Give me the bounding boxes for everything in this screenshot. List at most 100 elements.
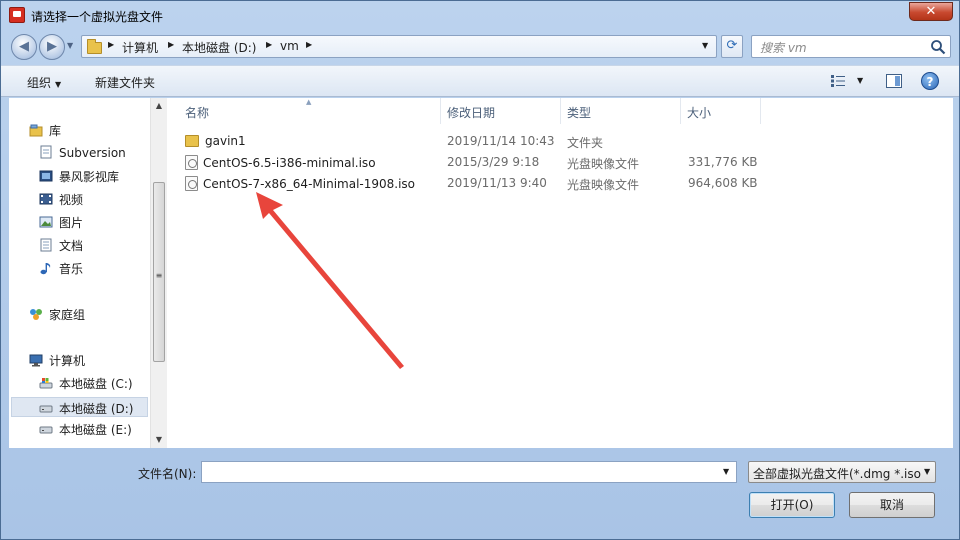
breadcrumb-drive-d[interactable]: 本地磁盘 (D:)	[182, 39, 256, 56]
organize-label: 组织	[27, 76, 52, 90]
scroll-down-icon[interactable]: ▼	[151, 432, 167, 448]
file-name-cell[interactable]: CentOS-7-x86_64-Minimal-1908.iso	[185, 176, 415, 191]
file-date: 2019/11/14 10:43	[447, 134, 555, 148]
view-options-icon[interactable]	[831, 75, 845, 87]
sidebar-item-computer[interactable]: 计算机	[29, 352, 85, 372]
sidebar-scrollbar[interactable]: ▲ ≡ ▼	[150, 98, 167, 448]
column-divider[interactable]	[440, 98, 441, 124]
filename-dropdown-icon[interactable]: ▼	[723, 467, 729, 476]
browser-area: 库 Subversion 暴风影视库 视频 图片 文档 音乐 家庭组 计算机 本…	[9, 98, 953, 448]
file-row[interactable]: CentOS-6.5-i386-minimal.iso 2015/3/29 9:…	[185, 152, 945, 172]
refresh-button[interactable]: ⟳	[721, 35, 743, 58]
open-button[interactable]: 打开(O)	[749, 492, 835, 518]
close-button[interactable]: ✕	[909, 2, 953, 21]
organize-button[interactable]: 组织 ▼	[27, 74, 61, 91]
column-divider[interactable]	[760, 98, 761, 124]
file-date: 2019/11/13 9:40	[447, 176, 547, 190]
sidebar-item-drive-d[interactable]: 本地磁盘 (D:)	[11, 397, 148, 417]
search-icon[interactable]	[930, 39, 946, 55]
breadcrumb-vm[interactable]: vm	[280, 39, 299, 53]
sidebar-item-documents[interactable]: 文档	[39, 237, 83, 257]
sidebar-item-label: 本地磁盘 (E:)	[59, 423, 132, 437]
document-icon	[40, 238, 52, 252]
file-open-dialog: 请选择一个虚拟光盘文件 ✕ ◀ ▶ ▼ ▶ 计算机 ▶ 本地磁盘 (D:) ▶ …	[0, 0, 960, 540]
homegroup-icon	[30, 309, 42, 320]
navigation-pane: 库 Subversion 暴风影视库 视频 图片 文档 音乐 家庭组 计算机 本…	[9, 98, 167, 448]
sidebar-item-label: 暴风影视库	[59, 170, 120, 184]
filename-input[interactable]	[201, 461, 737, 483]
recent-pages-dropdown[interactable]: ▼	[67, 41, 73, 50]
column-header-size[interactable]: 大小	[687, 104, 711, 121]
picture-icon	[39, 216, 53, 228]
column-divider[interactable]	[560, 98, 561, 124]
sidebar-item-label: 图片	[59, 216, 84, 230]
column-header-name[interactable]: 名称	[185, 104, 209, 121]
sidebar-item-baofeng[interactable]: 暴风影视库	[39, 168, 119, 188]
disc-image-icon	[185, 155, 198, 170]
breadcrumb-separator-icon[interactable]: ▶	[306, 40, 312, 49]
help-icon[interactable]: ?	[921, 72, 939, 90]
search-placeholder: 搜索 vm	[760, 41, 807, 55]
sidebar-item-label: 文档	[59, 239, 84, 253]
sidebar-item-music[interactable]: 音乐	[39, 260, 83, 280]
preview-pane-icon[interactable]	[886, 74, 902, 88]
folder-icon	[185, 135, 199, 147]
file-size: 331,776 KB	[688, 155, 758, 169]
sidebar-item-video[interactable]: 视频	[39, 191, 83, 211]
title-bar[interactable]: 请选择一个虚拟光盘文件 ✕	[1, 1, 959, 31]
sidebar-item-homegroup[interactable]: 家庭组	[29, 306, 85, 326]
back-button[interactable]: ◀	[11, 34, 37, 60]
breadcrumb-computer[interactable]: 计算机	[122, 39, 158, 56]
sidebar-item-label: 家庭组	[49, 308, 86, 322]
music-icon	[40, 263, 51, 275]
file-list-pane: ▲ 名称 修改日期 类型 大小 gavin1 2019/11/14 10:43 …	[167, 98, 953, 448]
sidebar-item-subversion[interactable]: Subversion	[39, 145, 126, 165]
search-input[interactable]: 搜索 vm	[751, 35, 951, 58]
video-icon	[39, 193, 53, 205]
dialog-title: 请选择一个虚拟光盘文件	[31, 10, 164, 24]
navigation-bar: ◀ ▶ ▼ ▶ 计算机 ▶ 本地磁盘 (D:) ▶ vm ▶ ▼ ⟳ 搜索 vm	[1, 31, 959, 63]
view-dropdown-icon[interactable]: ▼	[857, 76, 863, 85]
file-row[interactable]: CentOS-7-x86_64-Minimal-1908.iso 2019/11…	[185, 173, 945, 193]
file-type-filter[interactable]: 全部虚拟光盘文件(*.dmg *.iso	[748, 461, 936, 483]
app-icon	[9, 7, 25, 23]
library-icon	[29, 124, 43, 137]
sort-ascending-icon: ▲	[306, 98, 312, 106]
chevron-down-icon: ▼	[55, 80, 62, 89]
breadcrumb-separator-icon[interactable]: ▶	[266, 40, 272, 49]
sidebar-item-label: 本地磁盘 (D:)	[59, 402, 134, 416]
sidebar-item-pictures[interactable]: 图片	[39, 214, 83, 234]
filter-dropdown-icon[interactable]: ▼	[924, 467, 930, 476]
file-date: 2015/3/29 9:18	[447, 155, 540, 169]
drive-icon	[39, 426, 53, 434]
file-name-cell[interactable]: gavin1	[185, 134, 246, 148]
file-type: 光盘映像文件	[567, 157, 640, 171]
file-row[interactable]: gavin1 2019/11/14 10:43 文件夹	[185, 131, 945, 151]
command-toolbar: 组织 ▼ 新建文件夹 ▼ ?	[1, 65, 959, 97]
sidebar-item-label: 库	[49, 124, 62, 138]
sidebar-item-library[interactable]: 库	[29, 122, 61, 142]
drive-icon	[39, 405, 53, 413]
forward-button[interactable]: ▶	[39, 34, 65, 60]
folder-icon	[87, 39, 102, 54]
drive-icon	[39, 378, 53, 389]
filename-label: 文件名(N):	[138, 467, 197, 481]
breadcrumb-separator-icon[interactable]: ▶	[168, 40, 174, 49]
column-header-date[interactable]: 修改日期	[447, 104, 495, 121]
file-name-cell[interactable]: CentOS-6.5-i386-minimal.iso	[185, 155, 376, 170]
sidebar-item-drive-e[interactable]: 本地磁盘 (E:)	[39, 421, 132, 441]
address-dropdown-icon[interactable]: ▼	[702, 41, 708, 50]
column-divider[interactable]	[680, 98, 681, 124]
file-type: 文件夹	[567, 136, 604, 150]
new-folder-button[interactable]: 新建文件夹	[95, 74, 155, 91]
sidebar-item-drive-c[interactable]: 本地磁盘 (C:)	[39, 375, 133, 395]
file-name: CentOS-7-x86_64-Minimal-1908.iso	[203, 177, 416, 191]
address-bar[interactable]: ▶ 计算机 ▶ 本地磁盘 (D:) ▶ vm ▶ ▼	[81, 35, 717, 58]
column-header-type[interactable]: 类型	[567, 104, 591, 121]
scroll-grip-icon: ≡	[155, 271, 163, 280]
cancel-button[interactable]: 取消	[849, 492, 935, 518]
breadcrumb-separator-icon[interactable]: ▶	[108, 40, 114, 49]
sidebar-item-label: 计算机	[49, 354, 86, 368]
file-size: 964,608 KB	[688, 176, 758, 190]
scroll-up-icon[interactable]: ▲	[151, 98, 167, 114]
